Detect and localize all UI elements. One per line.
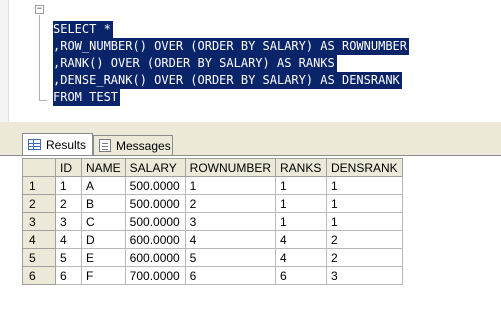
cell-id[interactable]: 4	[55, 230, 82, 249]
code-line-3: ,RANK() OVER (ORDER BY SALARY) AS RANKS	[53, 55, 337, 72]
column-header-densrank[interactable]: DENSRANK	[326, 158, 403, 177]
cell-ranks[interactable]: 4	[275, 248, 327, 267]
message-icon	[99, 139, 111, 152]
cell-rownumber[interactable]: 4	[184, 230, 277, 249]
grid-corner[interactable]	[22, 158, 56, 177]
row-header[interactable]: 5	[22, 248, 56, 267]
cell-densrank[interactable]: 3	[326, 266, 403, 285]
editor-gutter	[0, 0, 9, 122]
cell-rownumber[interactable]: 5	[184, 248, 277, 267]
table-row: 3 3 C 500.0000 3 1 1	[22, 212, 403, 231]
cell-salary[interactable]: 600.0000	[124, 230, 186, 249]
table-row: 4 4 D 600.0000 4 4 2	[22, 230, 403, 249]
query-editor[interactable]: − SELECT * ,ROW_NUMBER() OVER (ORDER BY …	[0, 0, 501, 123]
cell-name[interactable]: F	[81, 266, 126, 285]
table-row: 6 6 F 700.0000 6 6 3	[22, 266, 403, 285]
cell-rownumber[interactable]: 2	[184, 194, 277, 213]
table-row: 5 5 E 600.0000 5 4 2	[22, 248, 403, 267]
row-header[interactable]: 4	[22, 230, 56, 249]
cell-name[interactable]: A	[81, 176, 126, 195]
tab-messages-label: Messages	[116, 138, 171, 153]
column-header-salary[interactable]: SALARY	[124, 158, 186, 177]
tab-messages[interactable]: Messages	[93, 135, 173, 155]
query-text[interactable]: SELECT * ,ROW_NUMBER() OVER (ORDER BY SA…	[53, 21, 410, 106]
cell-ranks[interactable]: 1	[275, 176, 327, 195]
cell-id[interactable]: 6	[55, 266, 82, 285]
grid-icon	[28, 139, 41, 150]
cell-name[interactable]: B	[81, 194, 126, 213]
row-header[interactable]: 2	[22, 194, 56, 213]
cell-ranks[interactable]: 1	[275, 194, 327, 213]
cell-rownumber[interactable]: 3	[184, 212, 277, 231]
cell-rownumber[interactable]: 1	[184, 176, 277, 195]
cell-id[interactable]: 3	[55, 212, 82, 231]
results-pane: ID NAME SALARY ROWNUMBER RANKS DENSRANK …	[0, 155, 501, 309]
cell-name[interactable]: E	[81, 248, 126, 267]
cell-densrank[interactable]: 1	[326, 176, 403, 195]
cell-salary[interactable]: 500.0000	[124, 212, 186, 231]
results-tabstrip: Results Messages	[0, 122, 501, 155]
outline-line	[39, 15, 40, 100]
header-row: ID NAME SALARY ROWNUMBER RANKS DENSRANK	[22, 158, 403, 177]
cell-rownumber[interactable]: 6	[184, 266, 277, 285]
cell-name[interactable]: C	[81, 212, 126, 231]
cell-salary[interactable]: 600.0000	[124, 248, 186, 267]
cell-id[interactable]: 5	[55, 248, 82, 267]
cell-ranks[interactable]: 1	[275, 212, 327, 231]
row-header[interactable]: 6	[22, 266, 56, 285]
table-row: 2 2 B 500.0000 2 1 1	[22, 194, 403, 213]
row-header[interactable]: 3	[22, 212, 56, 231]
tab-results[interactable]: Results	[22, 133, 93, 155]
cell-ranks[interactable]: 4	[275, 230, 327, 249]
table-row: 1 1 A 500.0000 1 1 1	[22, 176, 403, 195]
cell-densrank[interactable]: 2	[326, 248, 403, 267]
cell-densrank[interactable]: 1	[326, 212, 403, 231]
code-line-5: FROM TEST	[53, 89, 121, 106]
cell-salary[interactable]: 500.0000	[124, 194, 186, 213]
outline-end	[39, 100, 47, 101]
code-line-4: ,DENSE_RANK() OVER (ORDER BY SALARY) AS …	[53, 72, 402, 89]
column-header-ranks[interactable]: RANKS	[275, 158, 327, 177]
column-header-name[interactable]: NAME	[81, 158, 126, 177]
cell-salary[interactable]: 700.0000	[124, 266, 186, 285]
column-header-rownumber[interactable]: ROWNUMBER	[184, 158, 277, 177]
code-line-1: SELECT *	[53, 21, 113, 38]
cell-densrank[interactable]: 2	[326, 230, 403, 249]
cell-densrank[interactable]: 1	[326, 194, 403, 213]
cell-ranks[interactable]: 6	[275, 266, 327, 285]
cell-id[interactable]: 2	[55, 194, 82, 213]
cell-id[interactable]: 1	[55, 176, 82, 195]
code-line-2: ,ROW_NUMBER() OVER (ORDER BY SALARY) AS …	[53, 38, 410, 55]
collapse-icon[interactable]: −	[35, 5, 44, 14]
row-header[interactable]: 1	[22, 176, 56, 195]
tab-results-label: Results	[46, 137, 87, 152]
column-header-id[interactable]: ID	[55, 158, 82, 177]
results-grid: ID NAME SALARY ROWNUMBER RANKS DENSRANK …	[22, 158, 403, 285]
cell-salary[interactable]: 500.0000	[124, 176, 186, 195]
cell-name[interactable]: D	[81, 230, 126, 249]
